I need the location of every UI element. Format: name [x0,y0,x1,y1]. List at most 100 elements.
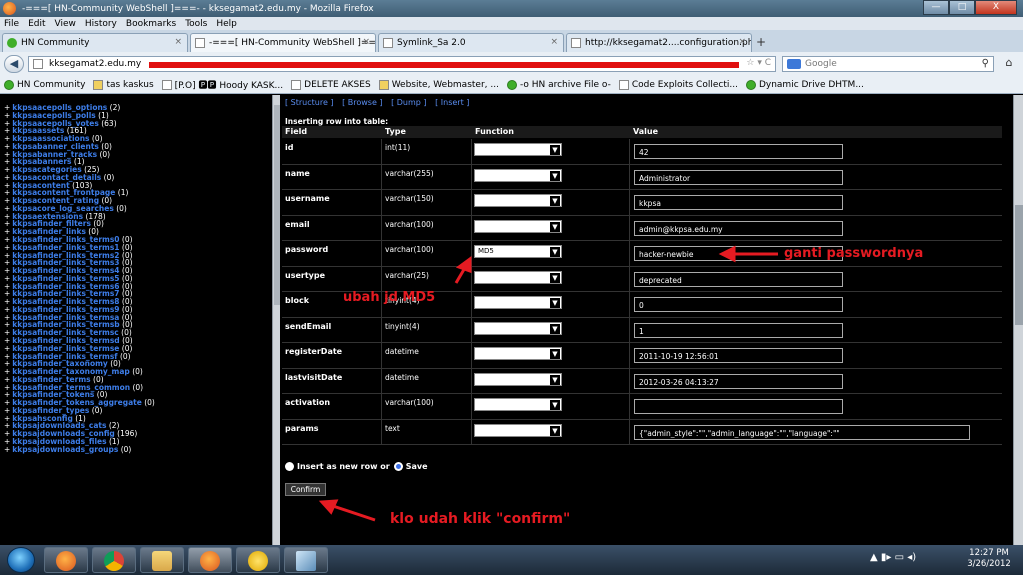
bookmark-item[interactable]: -o HN archive File o- [506,79,611,90]
function-select[interactable]: ▼ [474,168,562,182]
function-select[interactable]: ▼ [474,219,562,233]
menu-help[interactable]: Help [216,19,237,29]
taskbar-clock[interactable]: 12:27 PM 3/26/2012 [962,548,1016,570]
tab-webshell[interactable]: -===[ HN-Community WebShell ]==... × [190,33,376,52]
save-radio[interactable] [393,462,403,471]
system-tray-icons[interactable]: ▲ ▮▸ ▭ ◂) [870,552,916,563]
value-input[interactable]: {"admin_style":"","admin_language":"","l… [634,424,970,440]
value-input[interactable]: deprecated [634,271,843,287]
value-input[interactable]: 1 [634,322,843,338]
field-type: tinyint(4) [382,317,472,343]
table-name[interactable]: kkpsajdownloads_groups [12,445,118,454]
value-input[interactable]: 42 [634,144,843,159]
search-input[interactable]: Google ⚲ [782,56,994,72]
chevron-down-icon[interactable]: ▼ [550,272,560,283]
chevron-down-icon[interactable]: ▼ [550,323,560,334]
chevron-down-icon[interactable]: ▼ [550,298,560,308]
tab-close-icon[interactable]: × [174,37,182,47]
function-select[interactable]: ▼ [474,423,562,437]
right-scrollbar[interactable] [1013,95,1023,545]
chevron-down-icon[interactable]: ▼ [550,247,560,257]
table-list-item[interactable]: + kkpsajdownloads_groups (0) [4,445,272,454]
bookmark-item[interactable]: Dynamic Drive DHTM... [745,79,864,90]
header-field: Field [282,126,382,138]
form-row-registerDate: registerDate datetime ▼ 2011-10-19 12:56:01 [282,343,1002,369]
menu-edit[interactable]: Edit [28,19,45,29]
chevron-down-icon[interactable]: ▼ [550,425,560,436]
search-icon[interactable]: ⚲ [982,58,989,69]
function-select[interactable]: MD5 ▼ [474,245,562,258]
chevron-down-icon[interactable]: ▼ [550,400,560,410]
taskbar-firefox[interactable] [44,547,88,573]
function-select[interactable]: ▼ [474,321,562,335]
tab-close-icon[interactable]: × [738,37,746,47]
hn-favicon-icon [4,79,14,90]
tab-close-icon[interactable]: × [362,37,370,47]
function-select[interactable]: ▼ [474,143,562,156]
bookmark-item[interactable]: HN Community [4,79,85,90]
chevron-down-icon[interactable]: ▼ [550,349,560,359]
bookmark-item[interactable]: tas kaskus [93,79,154,90]
function-select[interactable]: ▼ [474,296,562,309]
expand-icon[interactable]: + [4,445,10,454]
confirm-button[interactable]: Confirm [285,483,326,496]
start-button[interactable] [7,547,35,573]
value-input[interactable]: kkpsa [634,195,843,210]
menu-bookmarks[interactable]: Bookmarks [126,19,176,29]
menu-history[interactable]: History [85,19,117,29]
tab-close-icon[interactable]: × [550,37,558,47]
site-identity-icon[interactable] [33,59,43,69]
chevron-down-icon[interactable]: ▼ [550,196,560,206]
taskbar-firefox-active[interactable] [188,547,232,573]
left-scrollbar[interactable] [272,95,280,545]
scrollbar-thumb[interactable] [274,105,280,305]
taskbar-app[interactable] [284,547,328,573]
bookmark-item[interactable]: DELETE AKSES [291,79,371,90]
function-select[interactable]: ▼ [474,194,562,207]
menu-view[interactable]: View [55,19,76,29]
function-select[interactable]: ▼ [474,347,562,360]
value-input[interactable]: 2011-10-19 12:56:01 [634,348,843,363]
tab-symlink[interactable]: Symlink_Sa 2.0 × [378,33,564,52]
new-tab-button[interactable]: + [752,35,770,51]
menu-tools[interactable]: Tools [185,19,207,29]
field-name: password [282,241,382,267]
chevron-down-icon[interactable]: ▼ [550,374,560,385]
tab-hn-community[interactable]: HN Community × [2,33,188,52]
bookmark-item[interactable]: Code Exploits Collecti... [618,79,738,90]
bookmark-item[interactable]: Website, Webmaster, ... [378,79,499,90]
value-input[interactable]: Administrator [634,169,843,185]
url-bar[interactable]: kksegamat2.edu.my ☆ ▾ C [28,56,776,72]
taskbar-explorer[interactable] [140,547,184,573]
browse-link[interactable]: [ Browse ] [342,98,382,107]
insert-new-radio[interactable] [285,462,294,471]
url-bar-icons[interactable]: ☆ ▾ C [746,58,771,68]
menu-file[interactable]: File [4,19,19,29]
function-select[interactable]: ▼ [474,398,562,411]
value-input[interactable]: 2012-03-26 04:13:27 [634,373,843,389]
bookmark-item[interactable]: [P.O] 🅿🅿 Hoody KASK... [161,78,283,91]
tab-configuration[interactable]: http://kksegamat2....configuration.php × [566,33,752,52]
google-icon[interactable] [787,59,801,69]
back-button[interactable]: ◀ [4,55,24,73]
scrollbar-thumb[interactable] [1015,205,1023,325]
value-input[interactable] [634,399,843,414]
value-input[interactable]: admin@kkpsa.edu.my [634,220,843,236]
value-input[interactable]: 0 [634,297,843,312]
function-select[interactable]: ▼ [474,270,562,284]
taskbar-chrome[interactable] [92,547,136,573]
home-button[interactable]: ⌂ [1000,56,1018,72]
minimize-button[interactable]: — [923,0,949,15]
value-text: 42 [639,148,649,157]
maximize-button[interactable]: □ [949,0,975,15]
close-button[interactable]: X [975,0,1017,15]
chevron-down-icon[interactable]: ▼ [550,145,560,155]
insert-link[interactable]: [ Insert ] [435,98,469,107]
structure-link[interactable]: [ Structure ] [285,98,334,107]
chevron-down-icon[interactable]: ▼ [550,221,560,232]
chevron-down-icon[interactable]: ▼ [550,170,560,181]
dump-link[interactable]: [ Dump ] [391,98,426,107]
taskbar-yahoo-messenger[interactable] [236,547,280,573]
field-type: datetime [382,343,472,369]
function-select[interactable]: ▼ [474,372,562,386]
